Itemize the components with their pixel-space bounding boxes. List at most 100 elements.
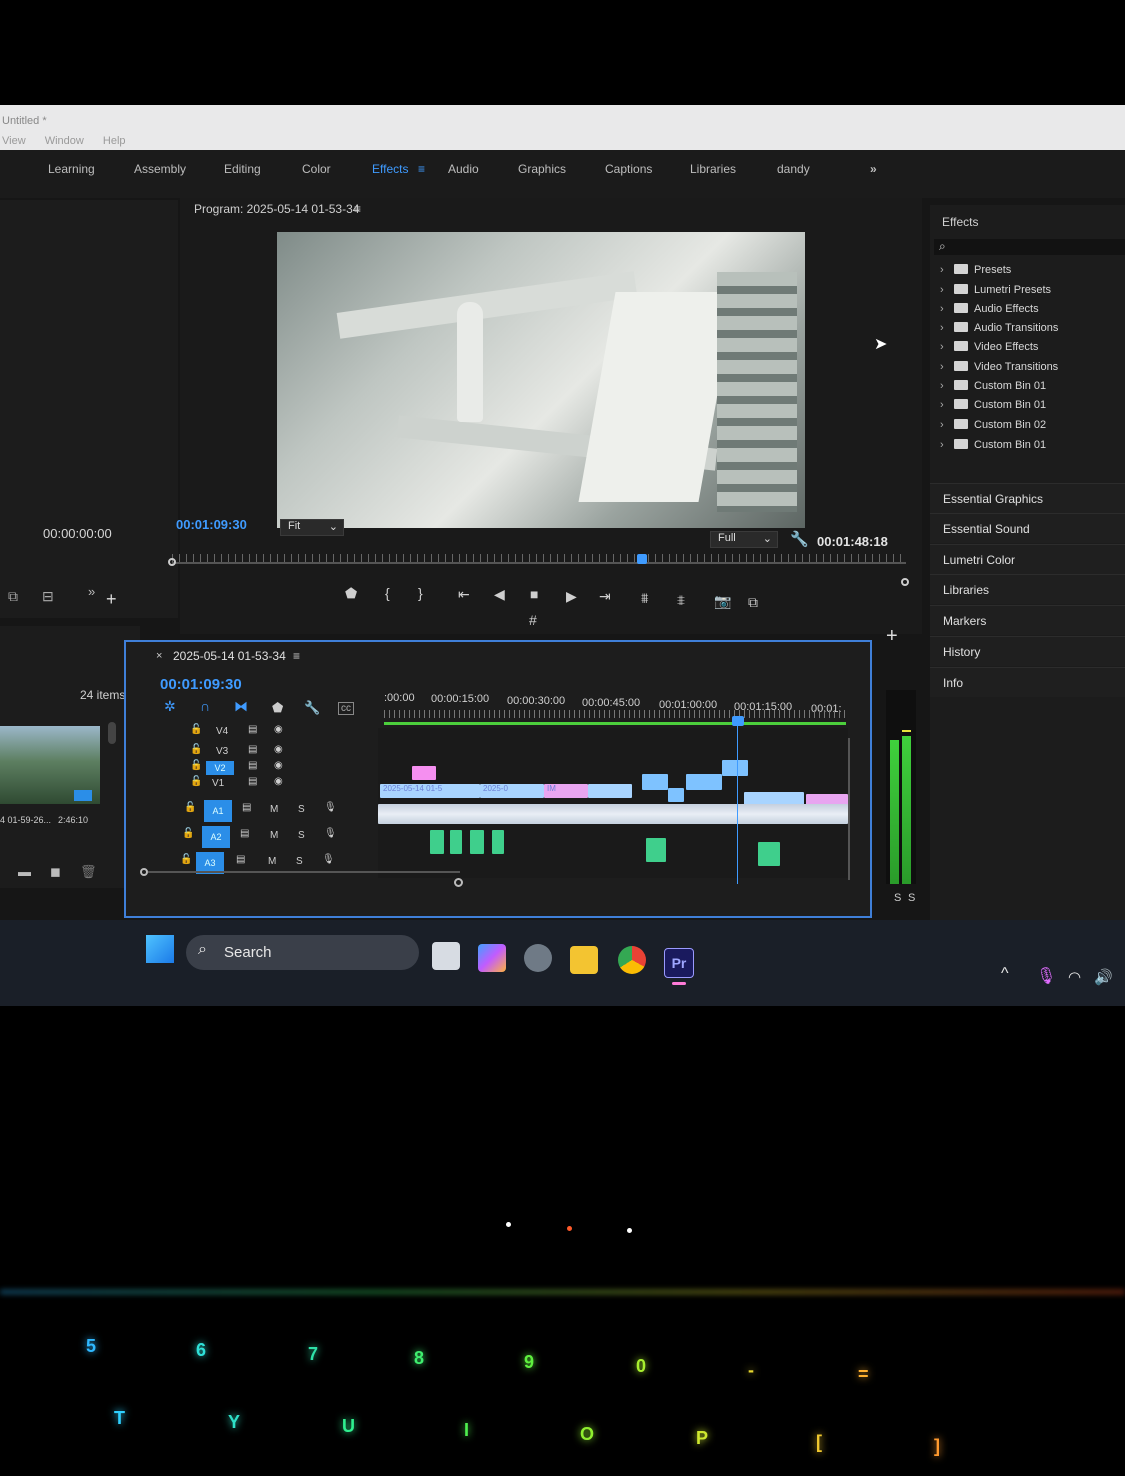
effects-item-video-effects[interactable]: › Video Effects <box>940 341 1038 353</box>
resolution-select[interactable]: Full ⌄ <box>710 531 778 548</box>
workspace-overflow-icon[interactable]: » <box>870 162 877 176</box>
section-markers[interactable]: Markers <box>930 605 1125 635</box>
safe-margins-icon[interactable]: # <box>529 612 537 628</box>
task-view-icon[interactable] <box>432 942 460 970</box>
sync-lock-icon[interactable]: ▤ <box>240 828 249 839</box>
menu-help[interactable]: Help <box>103 135 126 147</box>
close-icon[interactable]: × <box>156 650 162 662</box>
mark-in-icon[interactable]: { <box>385 585 390 601</box>
new-bin-icon[interactable]: ▬ <box>18 864 31 879</box>
timeline-playhead[interactable] <box>732 716 744 726</box>
wifi-icon[interactable]: ◠ <box>1068 968 1081 986</box>
lock-icon[interactable]: 🔓 <box>182 828 194 839</box>
effects-item-custom-bin[interactable]: › Custom Bin 02 <box>940 419 1046 431</box>
effects-item-video-transitions[interactable]: › Video Transitions <box>940 361 1058 373</box>
tab-captions[interactable]: Captions <box>605 162 652 176</box>
add-button-icon[interactable]: + <box>106 589 117 610</box>
microphone-icon[interactable]: 🎙 <box>1036 966 1056 986</box>
project-scrollbar[interactable] <box>108 722 116 744</box>
nest-icon[interactable]: ✲ <box>164 698 176 715</box>
menu-view[interactable]: View <box>2 135 26 147</box>
zoom-select[interactable]: Fit ⌄ <box>280 519 344 536</box>
eye-icon[interactable]: ◉ <box>274 776 283 787</box>
program-scrubber[interactable] <box>168 552 909 586</box>
program-playhead[interactable] <box>636 554 647 564</box>
effects-item-presets[interactable]: › Presets <box>940 264 1011 276</box>
tab-effects[interactable]: Effects <box>372 162 408 176</box>
scrubber-out-handle[interactable] <box>901 578 909 586</box>
more-controls-icon[interactable]: » <box>88 584 95 599</box>
program-current-time[interactable]: 00:01:09:30 <box>176 517 247 532</box>
work-area-bar[interactable] <box>384 722 846 725</box>
section-history[interactable]: History <box>930 636 1125 666</box>
step-back-icon[interactable]: ◀ <box>494 586 505 603</box>
lock-icon[interactable]: 🔓 <box>190 744 202 755</box>
section-lumetri-color[interactable]: Lumetri Color <box>930 544 1125 574</box>
audio-clip[interactable] <box>450 830 462 854</box>
solo-button[interactable]: S <box>298 830 305 841</box>
volume-icon[interactable]: 🔊 <box>1094 968 1113 986</box>
microphone-icon[interactable]: 🎙 <box>322 854 335 865</box>
effects-item-audio-effects[interactable]: › Audio Effects <box>940 303 1039 315</box>
audio-clip[interactable] <box>470 830 484 854</box>
chevron-up-icon[interactable]: ^ <box>1001 965 1009 983</box>
tab-color[interactable]: Color <box>302 162 331 176</box>
video-clip[interactable] <box>588 784 632 798</box>
sequence-menu-icon[interactable]: ≡ <box>293 649 300 663</box>
timeline-current-time[interactable]: 00:01:09:30 <box>160 676 242 693</box>
track-target-a1[interactable]: A1 <box>204 800 232 822</box>
wrench-icon[interactable]: 🔧 <box>790 530 809 548</box>
microphone-icon[interactable]: 🎙 <box>324 828 337 839</box>
solo-left-button[interactable]: S <box>894 892 901 904</box>
overwrite-icon[interactable]: ⊟ <box>42 588 54 605</box>
tab-editing[interactable]: Editing <box>224 162 261 176</box>
film-icon[interactable]: ▤ <box>248 760 257 771</box>
extract-icon[interactable]: ⩨ <box>677 592 685 609</box>
lift-icon[interactable]: ⩩ <box>641 590 648 607</box>
eye-icon[interactable]: ◉ <box>274 760 283 771</box>
effects-item-lumetri-presets[interactable]: › Lumetri Presets <box>940 284 1051 296</box>
eye-icon[interactable]: ◉ <box>274 744 283 755</box>
linked-selection-icon[interactable]: ⧓ <box>234 698 248 715</box>
effects-search-input[interactable]: ⌕ <box>934 239 1125 255</box>
add-marker-icon[interactable]: ⬟ <box>345 585 357 602</box>
effects-item-custom-bin[interactable]: › Custom Bin 01 <box>940 380 1046 392</box>
horizontal-scrollbar[interactable] <box>148 871 460 873</box>
app-icon[interactable] <box>524 944 552 972</box>
lock-icon[interactable]: 🔓 <box>180 854 192 865</box>
film-icon[interactable]: ▤ <box>248 724 257 735</box>
track-target-a2[interactable]: A2 <box>202 826 230 848</box>
add-marker-icon[interactable]: ⬟ <box>272 700 283 716</box>
section-essential-graphics[interactable]: Essential Graphics <box>930 483 1125 513</box>
menu-window[interactable]: Window <box>45 135 84 147</box>
captions-icon[interactable]: cc <box>338 702 354 715</box>
eye-icon[interactable]: ◉ <box>274 724 283 735</box>
lock-icon[interactable]: 🔓 <box>190 724 202 735</box>
stop-icon[interactable]: ■ <box>530 586 538 602</box>
audio-clip[interactable] <box>758 842 780 866</box>
film-icon[interactable]: ▤ <box>248 744 257 755</box>
sequence-name[interactable]: 2025-05-14 01-53-34 <box>173 649 286 663</box>
effects-item-audio-transitions[interactable]: › Audio Transitions <box>940 322 1058 334</box>
microphone-icon[interactable]: 🎙 <box>324 802 337 813</box>
video-clip[interactable] <box>412 766 436 780</box>
tab-assembly[interactable]: Assembly <box>134 162 186 176</box>
mute-button[interactable]: M <box>270 804 278 815</box>
solo-button[interactable]: S <box>296 856 303 867</box>
tab-libraries[interactable]: Libraries <box>690 162 736 176</box>
camera-icon[interactable]: 📷 <box>714 593 731 610</box>
wrench-icon[interactable]: 🔧 <box>304 700 320 716</box>
go-to-in-icon[interactable]: ⇤ <box>458 586 470 603</box>
insert-icon[interactable]: ⧉ <box>8 588 18 605</box>
audio-clip[interactable] <box>430 830 444 854</box>
film-icon[interactable]: ▤ <box>248 776 257 787</box>
scrubber-in-handle[interactable] <box>168 558 176 566</box>
tab-audio[interactable]: Audio <box>448 162 479 176</box>
video-clip[interactable]: 2025-0 <box>480 784 544 798</box>
vertical-scrollbar[interactable] <box>848 738 850 880</box>
copilot-icon[interactable] <box>478 944 506 972</box>
section-libraries[interactable]: Libraries <box>930 574 1125 604</box>
effects-item-custom-bin[interactable]: › Custom Bin 01 <box>940 439 1046 451</box>
section-info[interactable]: Info <box>930 667 1125 697</box>
sync-lock-icon[interactable]: ▤ <box>236 854 245 865</box>
